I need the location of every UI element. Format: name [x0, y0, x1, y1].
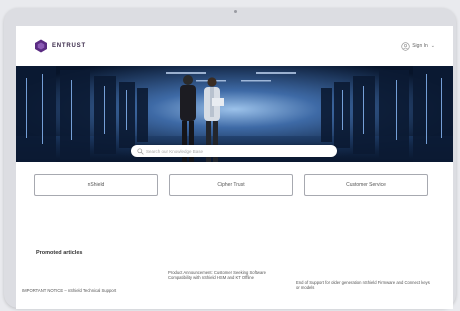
browser-screen: ENTRUST Sign In ⌄ Search our Knowledge B…: [16, 26, 453, 309]
category-label: nShield: [87, 182, 105, 188]
entrust-hexagon-icon: [35, 39, 47, 53]
camera-dot: [234, 10, 237, 13]
promoted-article-link[interactable]: IMPORTANT NOTICE – nShield Technical Sup…: [22, 288, 162, 293]
user-circle-icon: [401, 41, 410, 51]
category-button-customer-service[interactable]: Customer Service: [304, 174, 428, 196]
brand-logo[interactable]: ENTRUST: [34, 38, 86, 54]
search-input[interactable]: [146, 148, 326, 154]
category-button-nshield[interactable]: nShield: [34, 174, 158, 196]
category-label: Cipher Trust: [217, 182, 245, 188]
search-icon: [137, 147, 144, 155]
promoted-articles-heading: Promoted articles: [36, 250, 83, 256]
chevron-down-icon: ⌄: [430, 43, 435, 49]
knowledge-base-search[interactable]: [131, 145, 337, 157]
sign-in-link[interactable]: Sign In ⌄: [401, 40, 435, 52]
hero-banner: [16, 66, 453, 162]
sign-in-label: Sign In: [412, 43, 428, 49]
promoted-article-link[interactable]: Product Announcement: Customer Seeking S…: [168, 270, 290, 281]
top-navigation-bar: ENTRUST Sign In ⌄: [16, 26, 453, 66]
promoted-article-link[interactable]: End of Support for older generation nShi…: [296, 280, 431, 291]
category-button-ciphertrust[interactable]: Cipher Trust: [169, 174, 293, 196]
logo-wordmark: ENTRUST: [52, 43, 86, 49]
category-label: Customer Service: [346, 182, 386, 188]
